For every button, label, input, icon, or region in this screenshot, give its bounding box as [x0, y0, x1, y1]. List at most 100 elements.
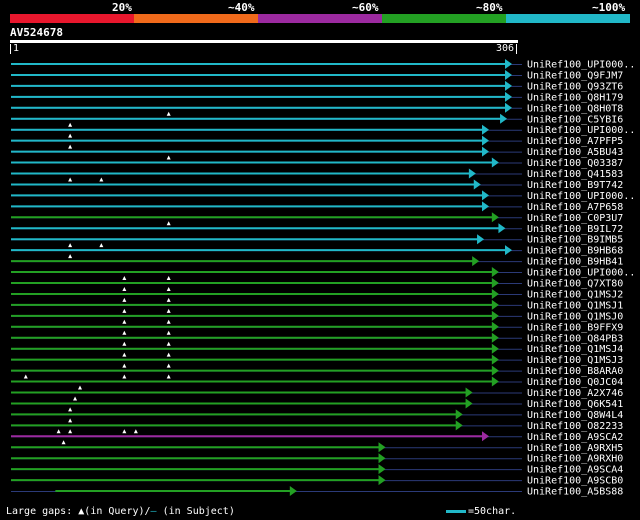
- hit-row[interactable]: UniRef100_A9SCA4: [11, 464, 623, 476]
- query-gap-icon: [77, 385, 82, 390]
- hit-row[interactable]: UniRef100_Q8W4L4: [11, 407, 623, 421]
- hit-row[interactable]: UniRef100_Q03387: [11, 155, 623, 170]
- hit-arrow-icon: [491, 365, 499, 376]
- hit-row[interactable]: UniRef100_Q1MSJ1: [11, 297, 623, 312]
- hit-row[interactable]: UniRef100_A5BS88: [11, 486, 623, 498]
- hit-label[interactable]: UniRef100_O82233: [527, 421, 623, 432]
- hit-row[interactable]: UniRef100_C0P3U7: [11, 212, 623, 224]
- hit-label[interactable]: UniRef100_B9IL72: [527, 224, 623, 235]
- hit-row[interactable]: UniRef100_C5YBI6: [11, 111, 623, 126]
- hit-arrow-icon: [289, 486, 297, 497]
- hit-row[interactable]: UniRef100_B9IMB5: [11, 234, 623, 246]
- hit-label[interactable]: UniRef100_A9RXH0: [527, 454, 623, 465]
- query-gap-icon: [166, 374, 171, 379]
- hit-label[interactable]: UniRef100_B9T742: [527, 180, 623, 191]
- hit-label[interactable]: UniRef100_Q8H179: [527, 92, 623, 103]
- hit-arrow-icon: [491, 343, 499, 354]
- hit-label[interactable]: UniRef100_B9FFX9: [527, 322, 623, 333]
- hit-label[interactable]: UniRef100_C5YBI6: [527, 114, 623, 125]
- footer-legend: Large gaps: ▲(in Query)/– (in Subject): [6, 506, 235, 517]
- hit-row[interactable]: UniRef100_B9HB68: [11, 243, 623, 257]
- hit-label[interactable]: UniRef100_Q1MSJ4: [527, 344, 623, 355]
- hit-arrow-icon: [455, 409, 463, 420]
- hit-label[interactable]: UniRef100_A2X746: [527, 388, 623, 399]
- hit-label[interactable]: UniRef100_A5BU43: [527, 147, 623, 158]
- hit-label[interactable]: UniRef100_Q7XT80: [527, 279, 623, 290]
- hit-label[interactable]: UniRef100_B8ARA0: [527, 366, 623, 377]
- hit-label[interactable]: UniRef100_Q1MSJ1: [527, 300, 623, 311]
- hit-row[interactable]: UniRef100_A9RXH5: [11, 440, 623, 454]
- hit-row[interactable]: UniRef100_A7PFP5: [11, 133, 623, 148]
- hit-row[interactable]: UniRef100_B9HB41: [11, 254, 623, 268]
- hit-arrow-icon: [472, 256, 480, 267]
- hit-row[interactable]: UniRef100_B9IL72: [11, 221, 623, 235]
- hit-row[interactable]: UniRef100_A7P658: [11, 201, 623, 213]
- hit-label[interactable]: UniRef100_Q8H0T8: [527, 103, 623, 114]
- hit-row[interactable]: UniRef100_UPI000..: [11, 190, 635, 202]
- hit-row[interactable]: UniRef100_A5BU43: [11, 144, 623, 159]
- hit-row[interactable]: UniRef100_UPI000..: [11, 122, 635, 137]
- hit-label[interactable]: UniRef100_UPI000..: [527, 60, 635, 71]
- hit-label[interactable]: UniRef100_C0P3U7: [527, 213, 623, 224]
- hit-row[interactable]: UniRef100_A9SCA2: [11, 429, 623, 443]
- query-gap-icon: [133, 429, 138, 434]
- hit-label[interactable]: UniRef100_Q0JC04: [527, 377, 623, 388]
- query-gap-icon: [122, 330, 127, 335]
- hit-label[interactable]: UniRef100_A7PFP5: [527, 136, 623, 147]
- hit-arrow-icon: [477, 234, 485, 245]
- hit-row[interactable]: UniRef100_Q8H179: [11, 91, 623, 104]
- hit-row[interactable]: UniRef100_Q1MSJ0: [11, 308, 623, 323]
- hit-row[interactable]: UniRef100_Q41583: [11, 168, 623, 181]
- hit-row[interactable]: UniRef100_Q9FJM7: [11, 69, 623, 82]
- hit-row[interactable]: UniRef100_UPI000..: [11, 267, 635, 279]
- hit-label[interactable]: UniRef100_Q8W4L4: [527, 410, 623, 421]
- hit-label[interactable]: UniRef100_Q1MSJ2: [527, 289, 623, 300]
- hit-row[interactable]: UniRef100_Q8H0T8: [11, 102, 623, 115]
- hit-label[interactable]: UniRef100_Q41583: [527, 169, 623, 180]
- hit-row[interactable]: UniRef100_B9FFX9: [11, 319, 623, 334]
- hit-label[interactable]: UniRef100_B9IMB5: [527, 235, 623, 246]
- hit-label[interactable]: UniRef100_UPI000..: [527, 268, 635, 279]
- query-gap-icon: [166, 276, 171, 280]
- hit-label[interactable]: UniRef100_UPI000..: [527, 125, 635, 136]
- hit-row[interactable]: UniRef100_B9T742: [11, 177, 623, 191]
- hit-arrow-icon: [482, 201, 490, 212]
- hit-arrow-icon: [500, 113, 508, 124]
- hit-label[interactable]: UniRef100_A9SCA4: [527, 465, 623, 476]
- hit-label[interactable]: UniRef100_Q84PB3: [527, 333, 623, 344]
- hit-label[interactable]: UniRef100_Q9FJM7: [527, 70, 623, 81]
- hit-arrow-icon: [455, 420, 463, 431]
- hit-row[interactable]: UniRef100_UPI000..: [11, 59, 635, 71]
- hit-row[interactable]: UniRef100_Q1MSJ2: [11, 286, 623, 301]
- hit-label[interactable]: UniRef100_B9HB68: [527, 246, 623, 257]
- hit-label[interactable]: UniRef100_B9HB41: [527, 257, 623, 268]
- query-gap-icon: [122, 308, 127, 313]
- hit-label[interactable]: UniRef100_A9SCA2: [527, 432, 623, 443]
- hit-row[interactable]: UniRef100_O82233: [11, 418, 623, 432]
- hit-label[interactable]: UniRef100_Q03387: [527, 158, 623, 169]
- hit-label[interactable]: UniRef100_A9RXH5: [527, 443, 623, 454]
- hit-label[interactable]: UniRef100_Q1MSJ0: [527, 311, 623, 322]
- hit-row[interactable]: UniRef100_Q93ZT6: [11, 80, 623, 93]
- hit-label[interactable]: UniRef100_Q93ZT6: [527, 81, 623, 92]
- hit-row[interactable]: UniRef100_Q1MSJ4: [11, 341, 623, 356]
- hit-row[interactable]: UniRef100_A2X746: [11, 385, 623, 400]
- hit-row[interactable]: UniRef100_Q84PB3: [11, 330, 623, 345]
- hit-row[interactable]: UniRef100_Q7XT80: [11, 276, 623, 290]
- hit-row[interactable]: UniRef100_A9SCB0: [11, 475, 623, 487]
- hit-label[interactable]: UniRef100_Q1MSJ3: [527, 355, 623, 366]
- query-gap-icon: [99, 243, 104, 248]
- hit-row[interactable]: UniRef100_Q0JC04: [11, 374, 623, 389]
- query-gap-icon: [122, 276, 127, 280]
- query-gap-icon: [68, 122, 73, 127]
- hit-arrow-icon: [482, 146, 490, 157]
- hit-row[interactable]: UniRef100_Q6K541: [11, 396, 623, 410]
- hit-label[interactable]: UniRef100_A9SCB0: [527, 476, 623, 487]
- hit-label[interactable]: UniRef100_Q6K541: [527, 399, 623, 410]
- hit-label[interactable]: UniRef100_UPI000..: [527, 191, 635, 202]
- hit-label[interactable]: UniRef100_A5BS88: [527, 487, 623, 498]
- hit-label[interactable]: UniRef100_A7P658: [527, 202, 623, 213]
- hit-row[interactable]: UniRef100_B8ARA0: [11, 363, 623, 378]
- hit-row[interactable]: UniRef100_A9RXH0: [11, 453, 623, 465]
- hit-row[interactable]: UniRef100_Q1MSJ3: [11, 352, 623, 367]
